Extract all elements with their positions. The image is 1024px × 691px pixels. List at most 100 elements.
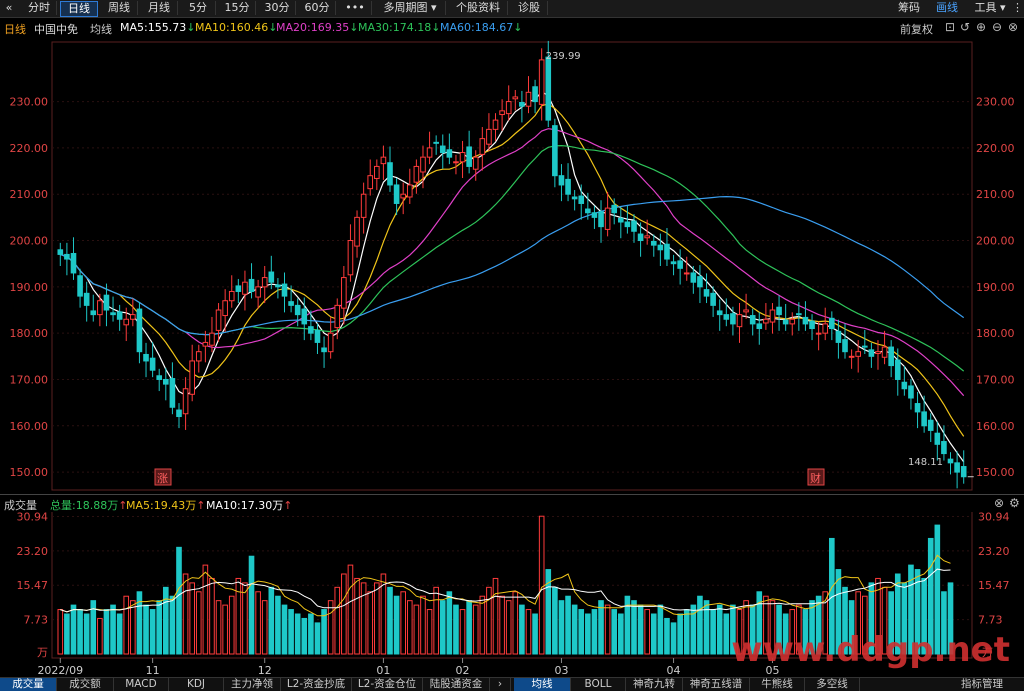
multi-period-dropdown[interactable]: 多周期图 ▾ (375, 1, 446, 15)
candle-body (822, 323, 829, 334)
zoom-out-icon[interactable]: ⊖ (992, 20, 1002, 34)
vertical-dots-icon[interactable]: ⋮ (1012, 1, 1023, 15)
tab-macd[interactable]: MACD (114, 678, 169, 691)
tools-dropdown[interactable]: 工具 ▾ (968, 1, 1012, 15)
undo-icon[interactable]: ↺ (960, 20, 970, 34)
candle-body (334, 304, 341, 329)
candle-body (281, 283, 288, 297)
tab-northbound[interactable]: 陆股通资金 (423, 678, 490, 691)
tab-boll[interactable]: BOLL (571, 678, 626, 691)
candle-body (406, 184, 413, 198)
close-icon[interactable]: ⊗ (1008, 20, 1018, 34)
volume-title[interactable]: 成交量 (4, 497, 37, 513)
stock-name[interactable]: 中国中免 (34, 21, 78, 37)
volume-bar (617, 613, 624, 655)
stock-profile-button[interactable]: 个股资料 (449, 1, 508, 15)
tab-l2-position[interactable]: L2-资金仓位 (352, 678, 423, 691)
volume-bar (374, 582, 380, 655)
volume-bar (459, 609, 466, 655)
x-tick-label: 03 (554, 664, 568, 677)
volume-bar (334, 586, 341, 655)
candle-body (763, 318, 769, 324)
period-tab-5min[interactable]: 5分 (181, 1, 216, 15)
collapse-icon[interactable]: « (2, 1, 16, 15)
more-periods-button[interactable]: ••• (339, 1, 372, 15)
ma30-line (60, 144, 965, 372)
volume-bar (308, 613, 314, 655)
volume-bar (538, 515, 545, 655)
adjust-mode-button[interactable]: 前复权 (900, 21, 933, 37)
ma-label[interactable]: 均线 (90, 21, 112, 37)
tab-l2-bottom[interactable]: L2-资金抄底 (281, 678, 352, 691)
candle-body (209, 332, 215, 346)
candle-body (829, 317, 835, 330)
draw-line-button[interactable]: 画线 (930, 1, 964, 15)
volume-bar (367, 591, 374, 655)
candle-body (565, 178, 571, 195)
candle-body (314, 329, 321, 343)
candle-body (690, 272, 697, 283)
diagnose-button[interactable]: 诊股 (511, 1, 548, 15)
volume-bar (565, 595, 571, 655)
chart-info-bar: 日线 中国中免 均线 MA5:155.73↓ MA10:160.46↓ MA20… (0, 18, 1024, 36)
volume-bar (492, 577, 499, 655)
volume-bar (360, 582, 367, 655)
candle-body (558, 175, 565, 186)
period-tab-daily[interactable]: 日线 (60, 1, 98, 17)
tab-volume[interactable]: 成交量 (0, 678, 57, 691)
volume-bar (591, 609, 598, 655)
ma60-value: MA60:184.67↓ (440, 21, 523, 34)
period-tab-15min[interactable]: 15分 (219, 1, 256, 15)
tabs-next-icon[interactable]: › (490, 678, 511, 691)
x-tick-label: 2022/09 (37, 664, 83, 677)
volume-bar (209, 577, 215, 655)
candle-body (809, 320, 815, 330)
marker-zhang[interactable]: 涨 (157, 472, 168, 485)
price-tick-left: 200.00 (10, 235, 49, 248)
volume-bar (631, 600, 637, 655)
chip-button[interactable]: 筹码 (892, 1, 926, 15)
candle-body (90, 310, 97, 316)
settings-icon[interactable]: ⚙ (1009, 496, 1020, 510)
period-tab-60min[interactable]: 60分 (299, 1, 336, 15)
period-tab-weekly[interactable]: 周线 (101, 1, 138, 15)
candle-body (611, 204, 618, 214)
tab-kdj[interactable]: KDJ (169, 678, 224, 691)
candle-body (439, 145, 446, 154)
indicator-manage-button[interactable]: 指标管理 (940, 678, 1024, 691)
tab-nine-turn[interactable]: 神奇九转 (626, 678, 683, 691)
candle-body (677, 260, 683, 269)
candle-body (479, 138, 486, 155)
close-indicator-icon[interactable]: ⊗ (994, 496, 1004, 510)
tab-main-net[interactable]: 主力净领 (224, 678, 281, 691)
lock-icon[interactable]: ⊡ (945, 20, 955, 34)
candle-body (525, 91, 532, 107)
volume-bar (558, 600, 565, 655)
volume-bar (248, 555, 255, 655)
candle-body (716, 310, 723, 316)
candle-body (176, 409, 182, 418)
candle-body (855, 351, 862, 357)
candle-body (815, 332, 822, 335)
period-tab-30min[interactable]: 30分 (259, 1, 296, 15)
volume-bar (466, 600, 472, 655)
tab-turnover[interactable]: 成交额 (57, 678, 114, 691)
tab-bull-bear[interactable]: 牛熊线 (750, 678, 805, 691)
price-tick-left: 180.00 (10, 327, 49, 340)
marker-cai[interactable]: 财 (810, 471, 821, 485)
tab-five-lines[interactable]: 神奇五线谱 (683, 678, 750, 691)
tab-ma[interactable]: 均线 (514, 678, 571, 691)
period-tab-monthly[interactable]: 月线 (141, 1, 178, 15)
tab-long-short[interactable]: 多空线 (805, 678, 860, 691)
period-tab-fenshi[interactable]: 分时 (22, 1, 57, 15)
volume-ma10: MA10:17.30万↑ (206, 499, 293, 512)
candle-body (446, 149, 453, 158)
candle-body (842, 339, 848, 353)
kline-chart-area[interactable]: 230.00 230.00 220.00 220.00 210.00 210.00 200.… (0, 36, 1024, 677)
candle-body (459, 152, 466, 163)
volume-bar (486, 586, 492, 655)
volume-bar (472, 604, 479, 655)
volume-unit-left: 万 (37, 646, 48, 659)
zoom-in-icon[interactable]: ⊕ (976, 20, 986, 34)
candle-body (710, 292, 716, 306)
